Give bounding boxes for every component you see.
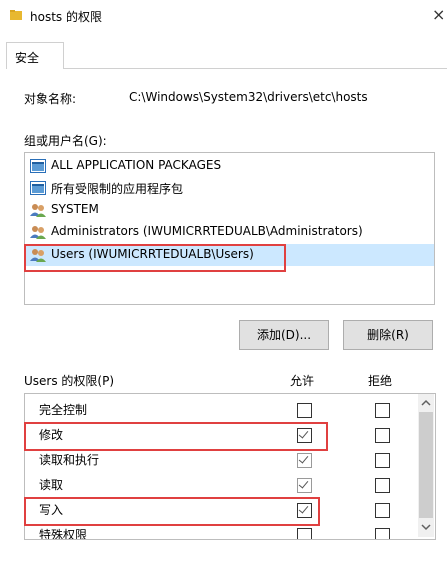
app-packages-icon [30, 181, 46, 195]
allow-checkbox[interactable] [297, 453, 312, 468]
users-highlight-box [24, 244, 286, 272]
users-group-icon [30, 226, 46, 239]
allow-checkbox[interactable] [297, 403, 312, 418]
groups-listbox[interactable]: ALL APPLICATION PACKAGES 所有受限制的应用程序包 SYS… [24, 152, 435, 305]
list-item[interactable]: SYSTEM [25, 199, 434, 221]
modify-highlight-box [24, 422, 328, 451]
tab-security[interactable]: 安全 [6, 42, 64, 69]
perm-row: 读取 [25, 472, 418, 497]
deny-header: 拒绝 [368, 374, 393, 388]
deny-checkbox[interactable] [375, 528, 390, 539]
add-button[interactable]: 添加(D)... [239, 320, 329, 350]
perm-row: 完全控制 [25, 397, 418, 422]
groups-label: 组或用户名(G): [24, 134, 107, 148]
users-group-icon [30, 204, 46, 217]
folder-icon [10, 10, 22, 20]
app-packages-icon [30, 159, 46, 173]
list-item[interactable]: ALL APPLICATION PACKAGES [25, 155, 434, 177]
write-highlight-box [24, 497, 320, 526]
allow-header: 允许 [290, 374, 315, 388]
window-title: hosts 的权限 [30, 10, 102, 24]
tab-label: 安全 [15, 51, 40, 65]
scroll-up-icon[interactable] [420, 398, 432, 408]
deny-checkbox[interactable] [375, 453, 390, 468]
list-item[interactable]: 所有受限制的应用程序包 [25, 177, 434, 199]
deny-checkbox[interactable] [375, 478, 390, 493]
object-name-value: C:\Windows\System32\drivers\etc\hosts [129, 90, 368, 104]
allow-checkbox[interactable] [297, 528, 312, 539]
object-name-label: 对象名称: [24, 92, 77, 106]
list-item[interactable]: Administrators (IWUMICRRTEDUALB\Administ… [25, 221, 434, 243]
remove-button[interactable]: 删除(R) [343, 320, 433, 350]
scroll-down-icon[interactable] [420, 522, 432, 532]
perms-label: Users 的权限(P) [24, 374, 115, 388]
deny-checkbox[interactable] [375, 403, 390, 418]
close-icon[interactable]: × [432, 5, 445, 24]
scrollbar-thumb[interactable] [419, 412, 433, 518]
deny-checkbox[interactable] [375, 428, 390, 443]
deny-checkbox[interactable] [375, 503, 390, 518]
allow-checkbox[interactable] [297, 478, 312, 493]
